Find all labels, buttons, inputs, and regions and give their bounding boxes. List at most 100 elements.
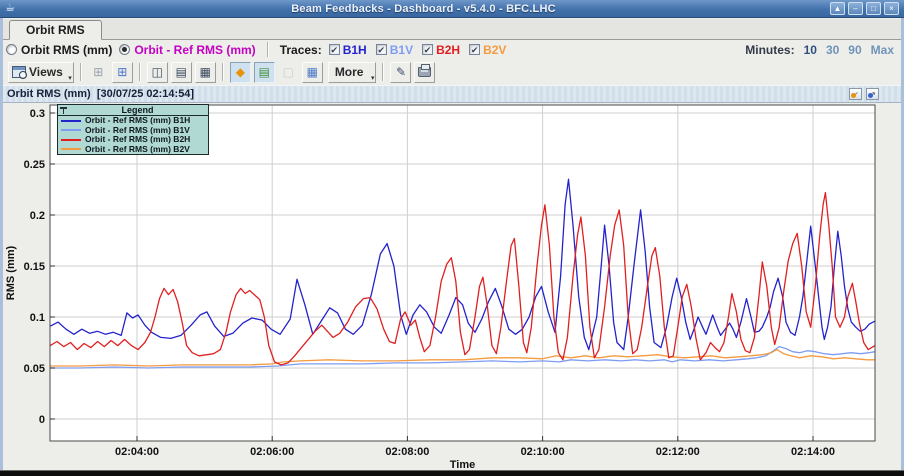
trace-checkbox-b2h[interactable]: ✔B2H	[422, 43, 460, 57]
legend-title: Legend	[67, 105, 208, 116]
data-table-view-icon: ▦	[307, 66, 318, 78]
layout-multi-view-button[interactable]: ⊞	[112, 62, 133, 83]
minutes-selector: Minutes: 10 30 90 Max	[745, 43, 894, 57]
x-tick-label: 02:14:00	[791, 446, 835, 458]
trace-checkbox-b1v[interactable]: ✔B1V	[376, 43, 413, 57]
split-horizontal-icon: ▤	[176, 66, 187, 78]
legend-swatch-b1h	[61, 120, 81, 122]
x-tick-label: 02:08:00	[385, 446, 429, 458]
tab-bar: Orbit RMS	[3, 19, 901, 40]
y-tick-label: 0.3	[30, 108, 45, 120]
chart-panel-title: Orbit RMS (mm) [30/07/25 02:14:54]	[7, 88, 194, 100]
trace-label: B1V	[390, 43, 413, 57]
minutes-option-max[interactable]: Max	[871, 43, 894, 57]
separator	[222, 63, 224, 81]
separator	[139, 63, 141, 81]
y-tick-label: 0.25	[24, 159, 45, 171]
radio-orbit-rms-label: Orbit RMS (mm)	[21, 43, 112, 57]
window-shade-button[interactable]: ▲	[830, 2, 845, 15]
pencil-icon: ✎	[396, 66, 406, 78]
legend-swatch-b2h	[61, 139, 81, 141]
export-chart-button[interactable]: ✎	[390, 62, 411, 83]
chart-properties-toggle-icon: ◆	[236, 66, 245, 78]
print-button[interactable]	[414, 62, 435, 83]
data-table-view-button[interactable]: ▦	[302, 62, 323, 83]
more-button[interactable]: More ▾	[328, 62, 377, 83]
grid-view-disabled-button: ▢	[278, 62, 299, 83]
y-tick-label: 0.15	[24, 261, 45, 273]
radio-orbit-rms[interactable]: Orbit RMS (mm)	[6, 43, 112, 57]
toolbar: Views ▾ ⊞ ⊞ ◫ ▤ ▦ ◆ ▤ ▢ ▦ More ▾ ✎	[8, 60, 898, 84]
separator	[267, 42, 269, 57]
y-axis-title: RMS (mm)	[5, 245, 17, 300]
window-buttons: ▲–□×	[830, 2, 899, 15]
y-tick-label: 0	[39, 414, 45, 426]
y-tick-label: 0.1	[30, 312, 45, 324]
plot-area[interactable]	[50, 105, 875, 441]
tab-orbit-rms[interactable]: Orbit RMS	[9, 20, 102, 40]
split-grid-icon: ▦	[200, 66, 211, 78]
trace-label: B2V	[483, 43, 506, 57]
layout-single-view-button[interactable]: ⊞	[88, 62, 109, 83]
minutes-options: 10 30 90 Max	[804, 43, 894, 57]
x-tick-label: 02:12:00	[656, 446, 700, 458]
legend-swatch-b1v	[61, 129, 81, 131]
pin-icon	[60, 107, 67, 114]
y-tick-label: 0.2	[30, 210, 45, 222]
printer-icon	[418, 67, 431, 77]
chart-properties-toggle-button[interactable]: ◆	[230, 62, 251, 83]
trace-checkbox-b2v[interactable]: ✔B2V	[469, 43, 506, 57]
window-titlebar[interactable]: ☕ Beam Feedbacks - Dashboard - v5.4.0 - …	[0, 0, 904, 18]
separator	[80, 63, 82, 81]
chart-undock-icon[interactable]: ↙	[849, 88, 862, 100]
grid-view-disabled-icon: ▢	[283, 66, 294, 78]
split-vertical-icon: ◫	[152, 66, 163, 78]
chart-panel-header: Orbit RMS (mm) [30/07/25 02:14:54] ↙↗	[3, 85, 901, 103]
controls-row: Orbit RMS (mm) Orbit - Ref RMS (mm) Trac…	[6, 40, 898, 59]
layout-multi-view-icon: ⊞	[117, 66, 127, 78]
checkbox-check-icon: ✔	[329, 44, 340, 55]
app-window: ☕ Beam Feedbacks - Dashboard - v5.4.0 - …	[0, 0, 904, 476]
legend-series-name: Orbit - Ref RMS (mm) B2H	[85, 135, 190, 144]
window-title: Beam Feedbacks - Dashboard - v5.4.0 - BF…	[17, 3, 830, 15]
trace-checkboxes: ✔B1H✔B1V✔B2H✔B2V	[329, 43, 516, 57]
views-icon	[12, 66, 26, 78]
views-button-label: Views	[29, 65, 63, 79]
minutes-label: Minutes:	[745, 43, 794, 57]
legend-series-name: Orbit - Ref RMS (mm) B2V	[85, 145, 190, 154]
minutes-option-90[interactable]: 90	[848, 43, 861, 57]
minutes-option-10[interactable]: 10	[804, 43, 817, 57]
legend-toggle-button[interactable]: ▤	[254, 62, 275, 83]
rms-time-chart[interactable]: 00.050.10.150.20.250.302:04:0002:06:0002…	[0, 103, 904, 470]
legend-toggle-icon: ▤	[259, 66, 270, 78]
trace-label: B1H	[343, 43, 367, 57]
layout-single-view-icon: ⊞	[93, 66, 103, 78]
java-app-icon: ☕	[3, 2, 17, 15]
radio-circle-icon	[6, 44, 17, 55]
views-button[interactable]: Views ▾	[8, 62, 74, 83]
chart-timestamp: [30/07/25 02:14:54]	[97, 88, 194, 100]
radio-orbit-ref-rms[interactable]: Orbit - Ref RMS (mm)	[119, 43, 255, 57]
minutes-option-30[interactable]: 30	[826, 43, 839, 57]
x-axis-title: Time	[450, 459, 475, 470]
legend-rows: Orbit - Ref RMS (mm) B1HOrbit - Ref RMS …	[58, 116, 208, 154]
trace-checkbox-b1h[interactable]: ✔B1H	[329, 43, 367, 57]
chart-header-icons: ↙↗	[849, 88, 879, 100]
split-horizontal-button[interactable]: ▤	[171, 62, 192, 83]
legend-item-b2v[interactable]: Orbit - Ref RMS (mm) B2V	[58, 145, 208, 155]
y-tick-label: 0.05	[24, 363, 45, 375]
dropdown-caret-icon: ▾	[68, 74, 72, 82]
window-minimize-button[interactable]: –	[848, 2, 863, 15]
checkbox-check-icon: ✔	[376, 44, 387, 55]
split-vertical-button[interactable]: ◫	[147, 62, 168, 83]
window-close-button[interactable]: ×	[884, 2, 899, 15]
trace-label: B2H	[436, 43, 460, 57]
more-button-label: More	[335, 65, 364, 79]
chart-detach-icon[interactable]: ↗	[866, 88, 879, 100]
checkbox-check-icon: ✔	[469, 44, 480, 55]
separator	[382, 63, 384, 81]
window-maximize-button[interactable]: □	[866, 2, 881, 15]
split-grid-button[interactable]: ▦	[195, 62, 216, 83]
legend-swatch-b2v	[61, 148, 81, 150]
chart-legend[interactable]: Legend Orbit - Ref RMS (mm) B1HOrbit - R…	[57, 104, 209, 155]
